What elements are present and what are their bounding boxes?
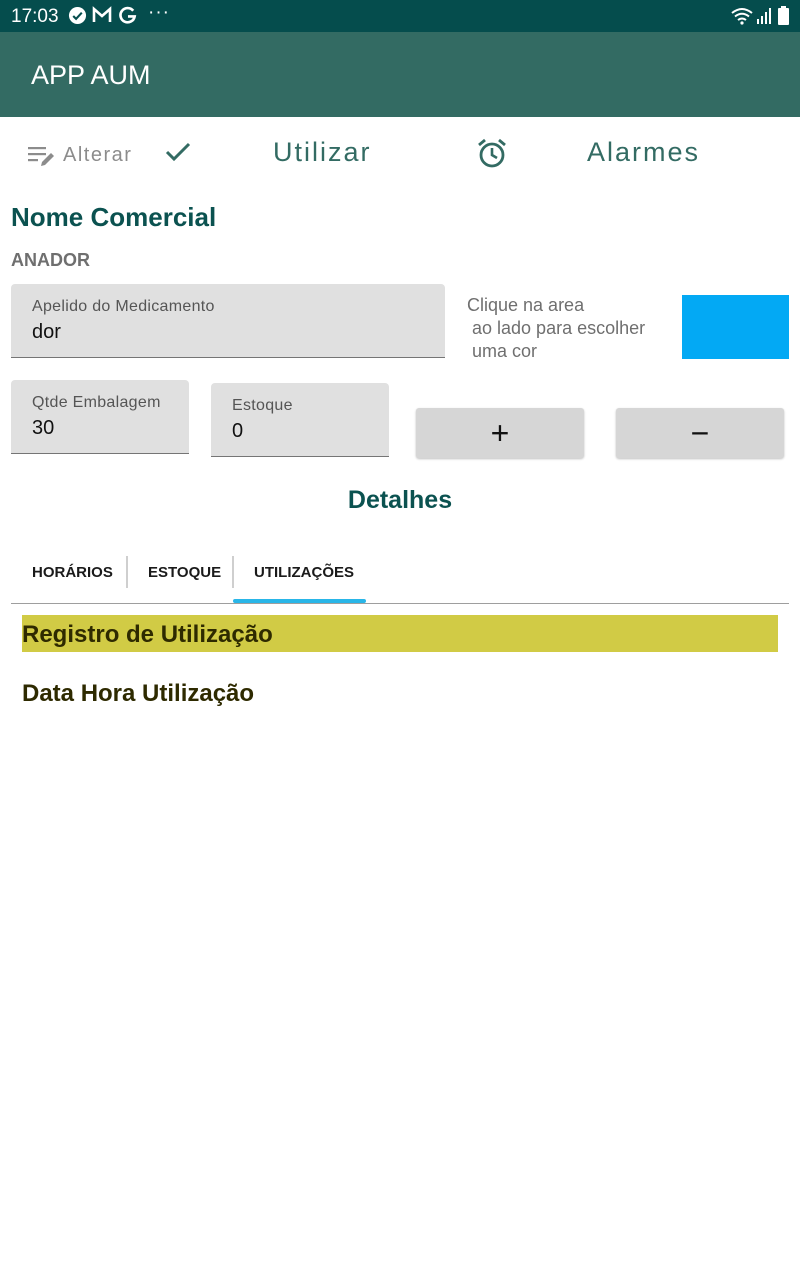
- details-tabs: [0, 550, 800, 604]
- google-icon: [118, 6, 137, 30]
- use-button[interactable]: Utilizar: [160, 134, 390, 174]
- stock-value: 0: [232, 420, 244, 442]
- medicine-name: ANADOR: [11, 250, 90, 270]
- color-picker-swatch[interactable]: [682, 295, 789, 359]
- usage-header: Registro de Utilização: [22, 615, 778, 652]
- use-label: Utilizar: [273, 137, 372, 167]
- edit-label: Alterar: [63, 144, 133, 166]
- status-time: 17:03: [11, 6, 59, 27]
- tab-divider: [232, 556, 234, 588]
- signal-icon: [756, 8, 772, 29]
- nickname-field[interactable]: Apelido do Medicamento dor: [11, 284, 445, 358]
- stock-field[interactable]: Estoque 0: [211, 383, 389, 457]
- check-circle-icon: [68, 6, 87, 30]
- stock-label: Estoque: [232, 397, 293, 414]
- color-hint-line-3: uma cor: [472, 341, 538, 361]
- edit-notes-icon: [26, 144, 56, 173]
- tabs-divider-line: [11, 603, 789, 604]
- package-qty-label: Qtde Embalagem: [32, 394, 161, 411]
- section-title-commercial-name: Nome Comercial: [11, 202, 217, 232]
- battery-icon: [778, 6, 789, 30]
- check-icon: [164, 140, 192, 169]
- color-hint-line-1: Clique na area: [467, 295, 585, 315]
- status-bar: 17:03 ···: [0, 0, 800, 32]
- nickname-value: dor: [32, 321, 61, 343]
- decrease-stock-button[interactable]: −: [616, 408, 784, 458]
- nickname-label: Apelido do Medicamento: [32, 298, 215, 315]
- increase-stock-button[interactable]: +: [416, 408, 584, 458]
- alarms-label: Alarmes: [587, 137, 701, 167]
- alarms-button[interactable]: Alarmes: [474, 134, 714, 174]
- tab-estoque[interactable]: ESTOQUE: [148, 564, 221, 581]
- color-hint: Clique na area ao lado para escolher uma…: [467, 294, 645, 363]
- usage-column-label: Data Hora Utilização: [22, 680, 255, 707]
- app-bar: APP AUM: [0, 32, 800, 117]
- edit-button[interactable]: Alterar: [26, 138, 138, 172]
- package-qty-field[interactable]: Qtde Embalagem 30: [11, 380, 189, 454]
- wifi-icon: [731, 7, 753, 30]
- tab-horarios[interactable]: HORÁRIOS: [32, 564, 113, 581]
- usage-header-text: Registro de Utilização: [22, 621, 273, 648]
- package-qty-value: 30: [32, 417, 55, 439]
- tab-utilizacoes[interactable]: UTILIZAÇÕES: [254, 564, 354, 581]
- more-notifications-icon: ···: [148, 2, 170, 23]
- color-hint-line-2: ao lado para escolher: [472, 318, 646, 338]
- tab-divider: [126, 556, 128, 588]
- app-title: APP AUM: [31, 60, 151, 90]
- alarm-clock-icon: [476, 137, 508, 174]
- details-title: Detalhes: [347, 486, 453, 514]
- minus-label: −: [690, 415, 710, 451]
- gmail-icon: [92, 6, 112, 30]
- plus-label: +: [490, 415, 510, 451]
